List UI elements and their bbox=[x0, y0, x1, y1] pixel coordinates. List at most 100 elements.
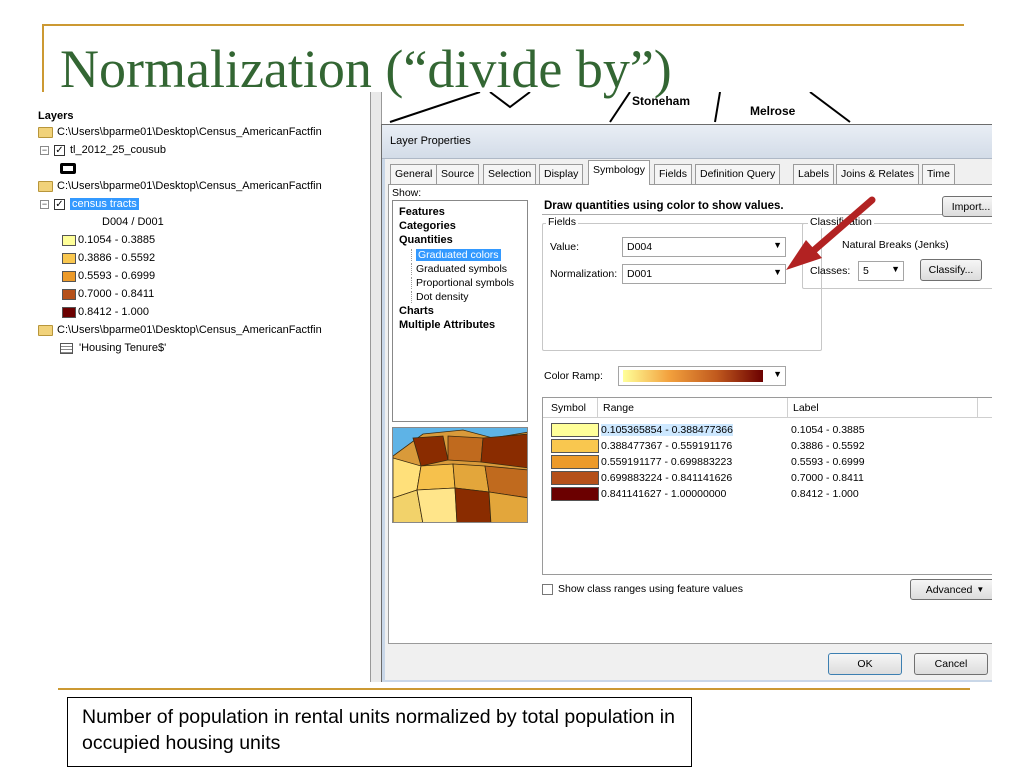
ok-button[interactable]: OK bbox=[828, 653, 902, 675]
advanced-button[interactable]: Advanced ▼ bbox=[910, 579, 992, 600]
slide-left-rule bbox=[42, 24, 44, 100]
layer-checkbox[interactable]: ✓ bbox=[54, 198, 65, 210]
show-tree: Features Categories Quantities Graduated… bbox=[392, 200, 528, 422]
show-item-multiple-attributes[interactable]: Multiple Attributes bbox=[399, 319, 495, 331]
toc-table-row[interactable]: 'Housing Tenure$' bbox=[60, 339, 166, 357]
legend-item: 0.3886 - 0.5592 bbox=[62, 249, 155, 267]
class-swatch[interactable] bbox=[551, 487, 599, 501]
class-row[interactable]: 0.388477367 - 0.559191176 0.3886 - 0.559… bbox=[543, 438, 992, 454]
folder-icon bbox=[38, 180, 53, 192]
column-header-label[interactable]: Label bbox=[793, 402, 819, 414]
tab-general[interactable]: General bbox=[390, 164, 438, 184]
class-range: 0.841141627 - 1.00000000 bbox=[601, 488, 727, 500]
preview-map-image bbox=[393, 428, 527, 522]
column-separator bbox=[597, 398, 598, 418]
collapse-icon[interactable]: − bbox=[40, 145, 49, 155]
slide-top-rule bbox=[42, 24, 964, 26]
chevron-down-icon: ▼ bbox=[773, 240, 782, 250]
dialog-titlebar[interactable]: Layer Properties bbox=[382, 125, 992, 159]
tab-fields[interactable]: Fields bbox=[654, 164, 693, 184]
legend-swatch bbox=[62, 306, 76, 318]
show-item-features[interactable]: Features bbox=[399, 206, 445, 218]
class-swatch[interactable] bbox=[551, 439, 599, 453]
color-ramp-label: Color Ramp: bbox=[544, 370, 603, 382]
toc-layer-row-cousub[interactable]: − ✓ tl_2012_25_cousub bbox=[40, 141, 166, 159]
toc-header: Layers bbox=[38, 110, 74, 122]
class-row[interactable]: 0.841141627 - 1.00000000 0.8412 - 1.000 bbox=[543, 486, 992, 502]
toc-folder-row[interactable]: C:\Users\bparme01\Desktop\Census_America… bbox=[38, 177, 322, 195]
normalization-dropdown[interactable]: D001 ▼ bbox=[622, 264, 786, 284]
legend-label: 0.3886 - 0.5592 bbox=[78, 252, 156, 264]
normalization-label: Normalization: bbox=[550, 268, 618, 280]
class-label: 0.1054 - 0.3885 bbox=[791, 424, 865, 436]
tab-labels[interactable]: Labels bbox=[793, 164, 834, 184]
show-item-quantities[interactable]: Quantities bbox=[399, 234, 453, 246]
class-breaks-list: Symbol Range Label 0.105365854 - 0.38847… bbox=[542, 397, 992, 575]
class-range: 0.699883224 - 0.841141626 bbox=[601, 472, 733, 484]
legend-label: 0.7000 - 0.8411 bbox=[78, 288, 155, 300]
chevron-down-icon: ▼ bbox=[891, 264, 900, 274]
value-selected: D004 bbox=[627, 241, 653, 253]
tab-time[interactable]: Time bbox=[922, 164, 955, 184]
column-header-symbol[interactable]: Symbol bbox=[551, 402, 586, 414]
tab-definition-query[interactable]: Definition Query bbox=[695, 164, 781, 184]
tab-selection[interactable]: Selection bbox=[483, 164, 537, 184]
tab-source[interactable]: Source bbox=[436, 164, 480, 184]
classes-selected: 5 bbox=[863, 265, 869, 277]
column-separator bbox=[787, 398, 788, 418]
tab-joins-relates[interactable]: Joins & Relates bbox=[836, 164, 919, 184]
cancel-button[interactable]: Cancel bbox=[914, 653, 988, 675]
show-subitem-graduated-symbols[interactable]: Graduated symbols bbox=[411, 263, 507, 275]
layer-checkbox[interactable]: ✓ bbox=[54, 144, 65, 156]
class-swatch[interactable] bbox=[551, 455, 599, 469]
legend-label: 0.5593 - 0.6999 bbox=[78, 270, 156, 282]
classify-button[interactable]: Classify... bbox=[920, 259, 982, 281]
tab-symbology[interactable]: Symbology bbox=[588, 160, 650, 185]
show-item-categories[interactable]: Categories bbox=[399, 220, 456, 232]
slide-title: Normalization (“divide by”) bbox=[60, 39, 672, 99]
class-swatch[interactable] bbox=[551, 423, 599, 437]
arcmap-screenshot: Layers C:\Users\bparme01\Desktop\Census_… bbox=[32, 92, 992, 682]
legend-field-text: D004 / D001 bbox=[102, 216, 164, 228]
import-button[interactable]: Import... bbox=[942, 196, 992, 217]
class-row[interactable]: 0.105365854 - 0.388477366 0.1054 - 0.388… bbox=[543, 422, 992, 438]
legend-label: 0.1054 - 0.3885 bbox=[78, 234, 156, 246]
class-range: 0.559191177 - 0.699883223 bbox=[601, 456, 733, 468]
class-swatch[interactable] bbox=[551, 471, 599, 485]
subitem-label: Proportional symbols bbox=[416, 277, 515, 289]
legend-label: 0.8412 - 1.000 bbox=[78, 306, 149, 318]
toc-folder-row[interactable]: C:\Users\bparme01\Desktop\Census_America… bbox=[38, 123, 322, 141]
toc-folder-row[interactable]: C:\Users\bparme01\Desktop\Census_America… bbox=[38, 321, 322, 339]
class-label: 0.8412 - 1.000 bbox=[791, 488, 859, 500]
show-subitem-graduated-colors[interactable]: Graduated colors bbox=[411, 249, 501, 261]
description-separator bbox=[542, 214, 944, 215]
show-subitem-proportional-symbols[interactable]: Proportional symbols bbox=[411, 277, 514, 289]
class-label: 0.7000 - 0.8411 bbox=[791, 472, 864, 484]
show-ranges-option[interactable]: Show class ranges using feature values bbox=[542, 583, 743, 595]
classes-dropdown[interactable]: 5 ▼ bbox=[858, 261, 904, 281]
polygon-symbol-icon bbox=[60, 162, 76, 174]
layer-name: tl_2012_25_cousub bbox=[70, 144, 167, 156]
caption-box: Number of population in rental units nor… bbox=[67, 697, 692, 767]
chevron-down-icon: ▼ bbox=[976, 585, 985, 594]
legend-swatch bbox=[62, 288, 76, 300]
value-dropdown[interactable]: D004 ▼ bbox=[622, 237, 786, 257]
legend-field-heading: D004 / D001 bbox=[102, 213, 164, 231]
subitem-label: Graduated symbols bbox=[416, 263, 508, 275]
toc-layer-row-census-tracts[interactable]: − ✓ census tracts bbox=[40, 195, 139, 213]
show-item-charts[interactable]: Charts bbox=[399, 305, 434, 317]
show-ranges-checkbox[interactable] bbox=[542, 583, 553, 595]
column-header-range[interactable]: Range bbox=[603, 402, 634, 414]
advanced-label: Advanced bbox=[925, 583, 973, 596]
class-row[interactable]: 0.699883224 - 0.841141626 0.7000 - 0.841… bbox=[543, 470, 992, 486]
collapse-icon[interactable]: − bbox=[40, 199, 49, 209]
layer-name: census tracts bbox=[70, 198, 139, 210]
tab-display[interactable]: Display bbox=[539, 164, 584, 184]
symbology-description: Draw quantities using color to show valu… bbox=[544, 200, 784, 212]
class-range: 0.388477367 - 0.559191176 bbox=[601, 440, 733, 452]
class-row[interactable]: 0.559191177 - 0.699883223 0.5593 - 0.699… bbox=[543, 454, 992, 470]
show-subitem-dot-density[interactable]: Dot density bbox=[411, 291, 469, 303]
color-ramp-dropdown[interactable]: ▼ bbox=[618, 366, 786, 386]
classification-method: Natural Breaks (Jenks) bbox=[842, 239, 949, 251]
table-of-contents: Layers C:\Users\bparme01\Desktop\Census_… bbox=[32, 92, 370, 682]
